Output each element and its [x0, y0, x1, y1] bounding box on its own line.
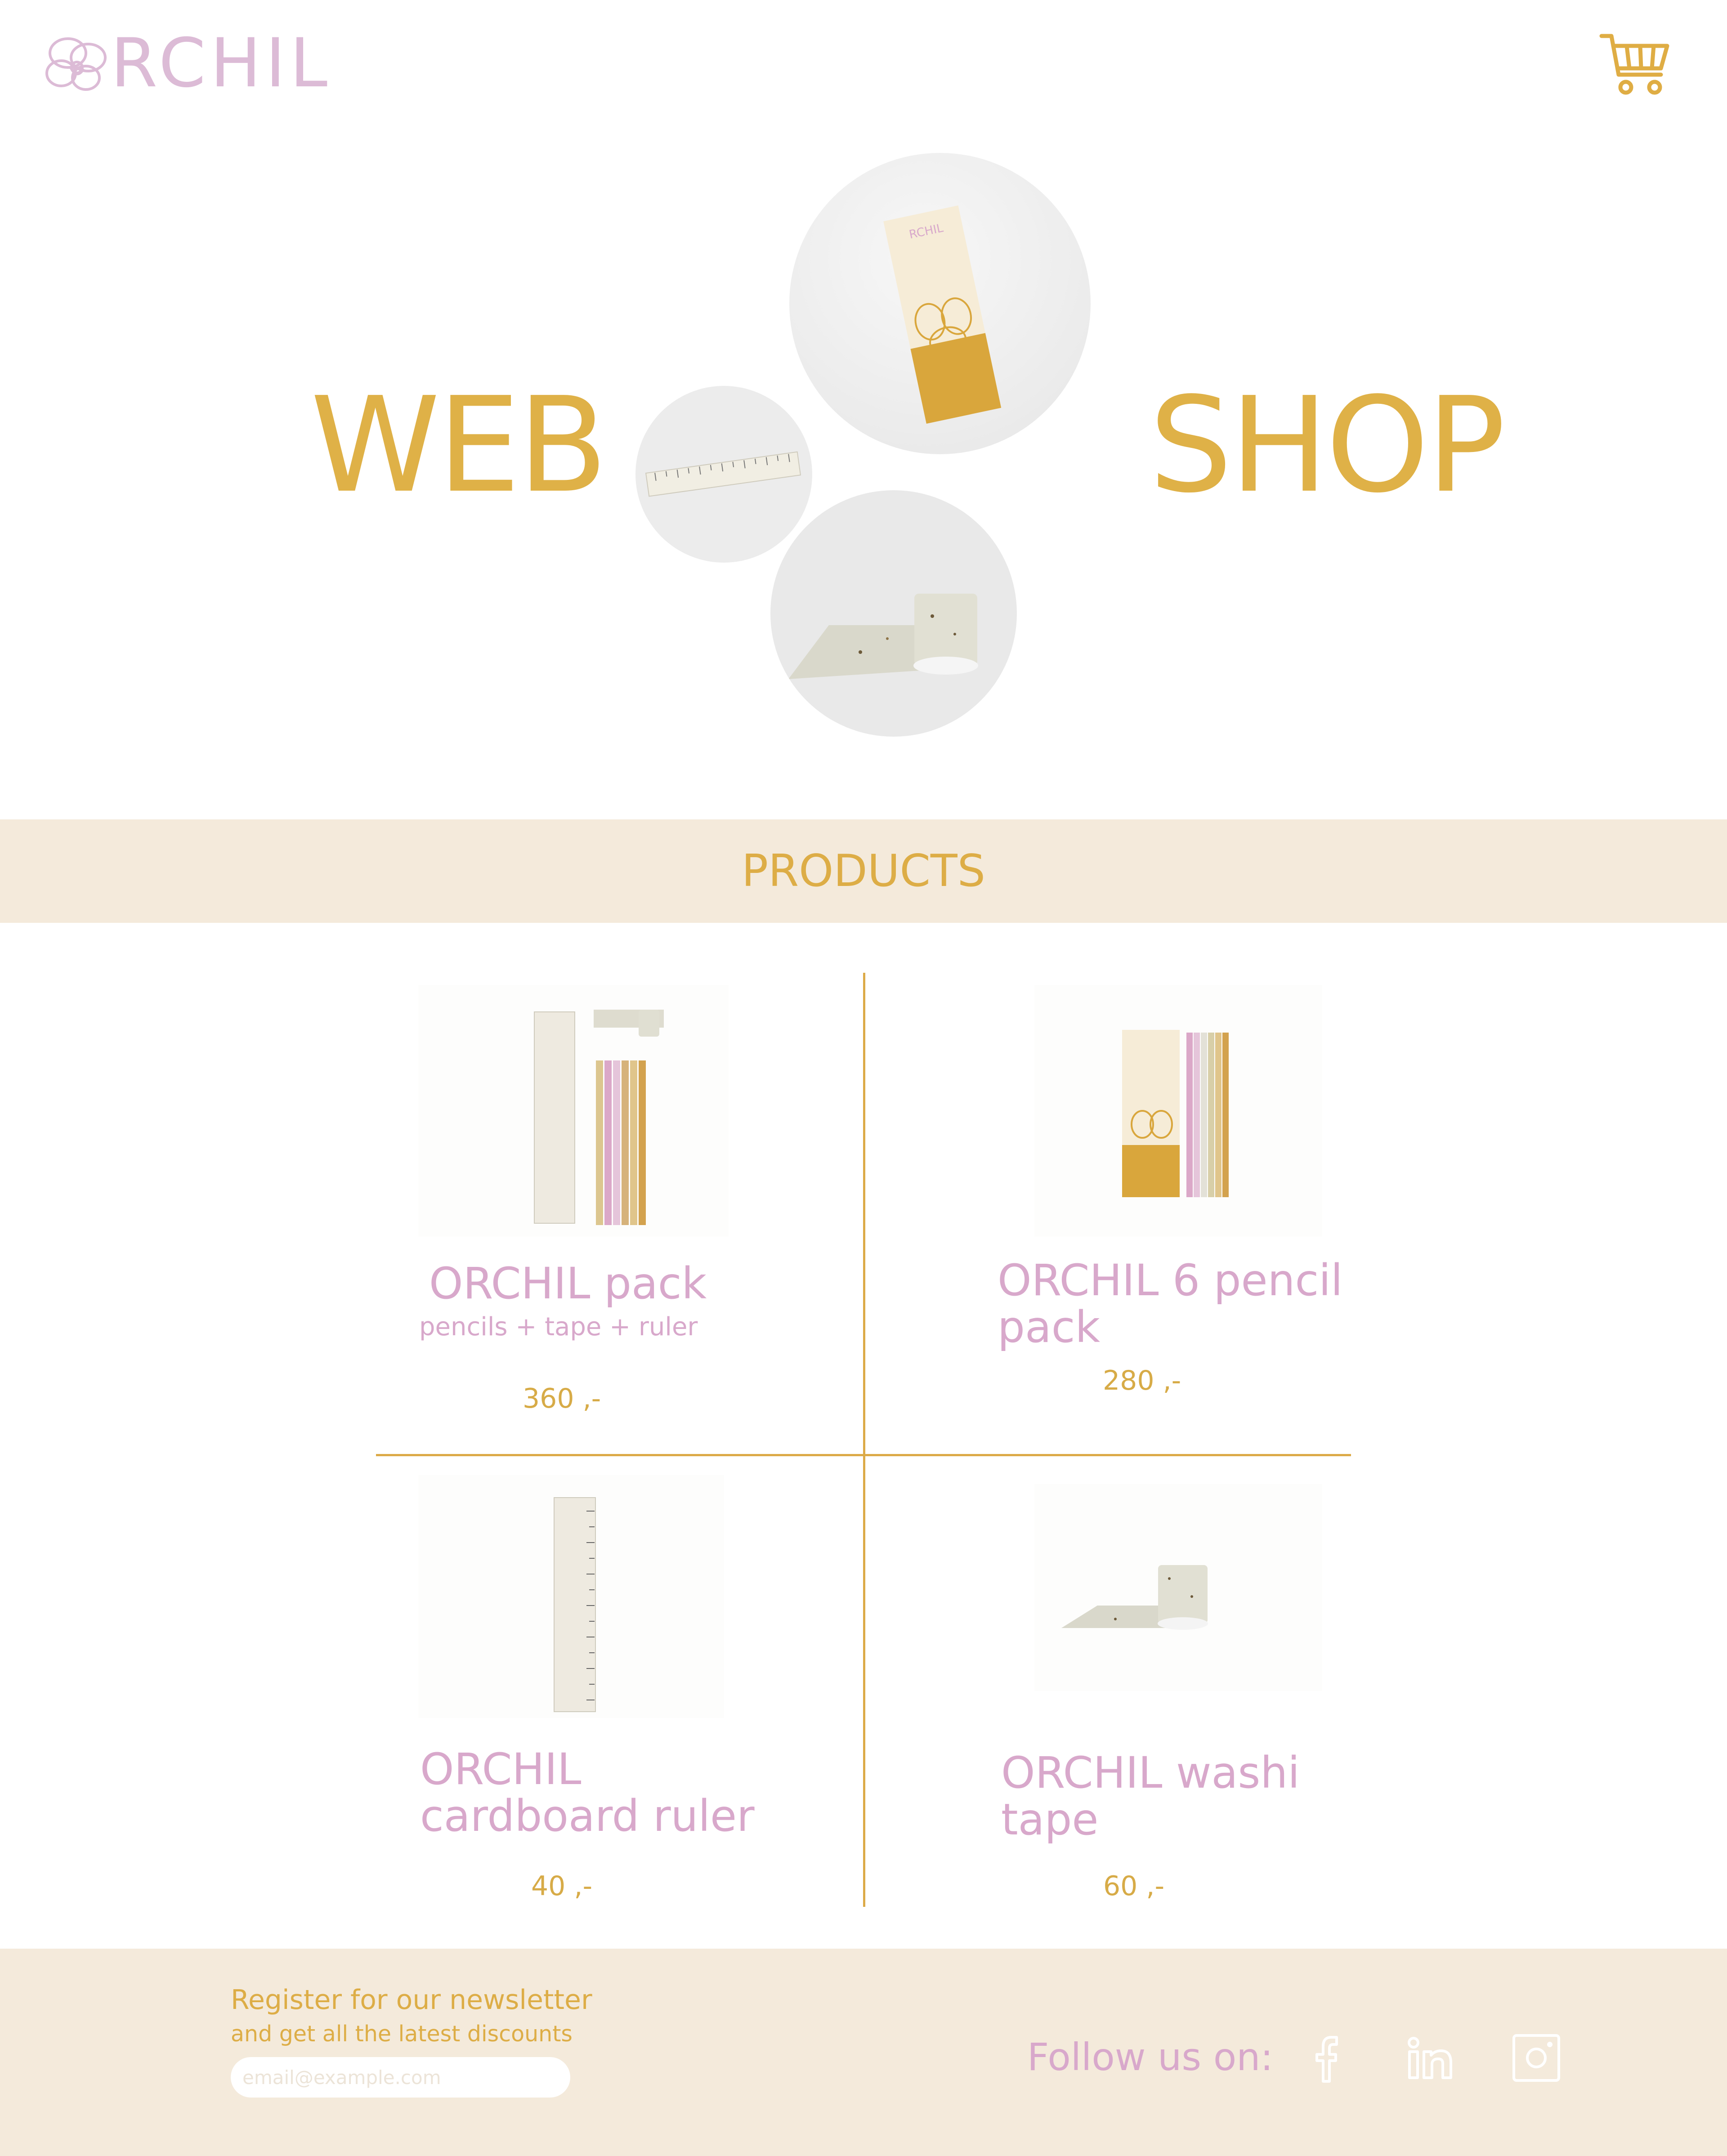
facebook-icon [1315, 2036, 1338, 2083]
follow-us-label: Follow us on: [1027, 2035, 1273, 2079]
product-subtitle: pencils + tape + ruler [419, 1312, 698, 1342]
brand-name: RCHIL [111, 24, 332, 103]
product-image-washi-tape [1034, 1484, 1322, 1691]
product-name-line1: ORCHIL washi [1001, 1748, 1300, 1798]
linkedin-icon [1408, 2037, 1452, 2079]
product-card-cardboard-ruler[interactable]: ORCHIL cardboard ruler 40 ,- [405, 1475, 837, 1907]
instagram-link[interactable] [1509, 2031, 1563, 2085]
product-price: 60 ,- [1103, 1870, 1165, 1902]
grid-divider-horizontal [376, 1454, 1351, 1456]
product-image-pack [418, 985, 729, 1237]
shopping-cart-icon [1599, 34, 1669, 95]
product-card-6-pencil-pack[interactable]: ORCHIL 6 pencil pack 280 ,- [980, 985, 1385, 1444]
hero-title-web: WEB [310, 369, 608, 522]
product-card-orchil-pack[interactable]: ORCHIL pack pencils + tape + ruler 360 ,… [396, 985, 846, 1444]
newsletter-email-input[interactable] [231, 2057, 570, 2098]
product-image-pencil-pack [1034, 985, 1322, 1237]
product-name-line2: pack [998, 1302, 1101, 1352]
facebook-link[interactable] [1300, 2031, 1354, 2085]
hero-ruler-image [635, 386, 812, 563]
product-price: 40 ,- [531, 1870, 593, 1902]
product-price: 360 ,- [523, 1383, 601, 1414]
brand-logo[interactable]: RCHIL [43, 30, 327, 97]
linkedin-link[interactable] [1404, 2031, 1458, 2085]
product-name-line2: cardboard ruler [420, 1791, 755, 1841]
newsletter-subtitle: and get all the latest discounts [231, 2021, 573, 2047]
product-name-line1: ORCHIL [420, 1744, 582, 1794]
hero-pencil-box-image: RCHIL [789, 153, 1091, 454]
products-title: PRODUCTS [741, 845, 985, 897]
newsletter-title: Register for our newsletter [231, 1984, 592, 2016]
product-price: 280 ,- [1103, 1365, 1181, 1396]
cart-button[interactable] [1599, 30, 1671, 97]
grid-divider-vertical [863, 973, 865, 1907]
orchid-flower-icon [45, 37, 107, 91]
hero-washi-tape-image [770, 490, 1017, 737]
product-name-line1: ORCHIL 6 pencil [998, 1255, 1343, 1306]
product-card-washi-tape[interactable]: ORCHIL washi tape 60 ,- [985, 1475, 1390, 1907]
product-image-ruler [418, 1475, 724, 1718]
product-name-line2: tape [1001, 1794, 1099, 1845]
product-name: ORCHIL pack [429, 1258, 707, 1309]
instagram-icon [1512, 2034, 1560, 2082]
hero-title-shop: SHOP [1149, 369, 1506, 522]
footer [0, 1949, 1727, 2156]
